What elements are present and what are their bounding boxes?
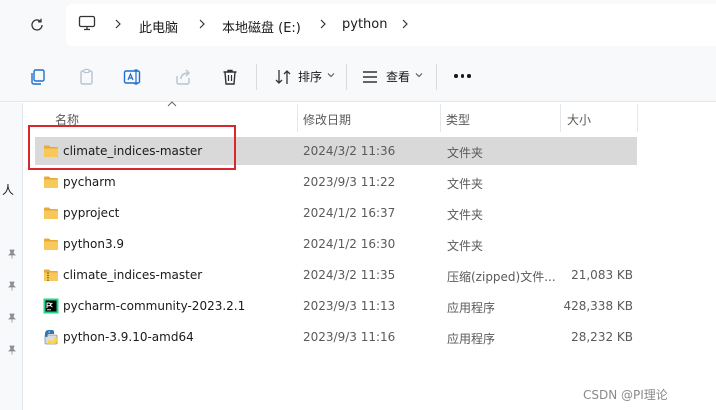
computer-icon[interactable]: [78, 15, 96, 31]
pycharm-app-icon: [43, 298, 59, 314]
chevron-right-icon: [320, 19, 326, 29]
file-name: pyproject: [63, 206, 120, 220]
file-size: 428,338 KB: [563, 299, 633, 313]
pin-icon[interactable]: [7, 313, 17, 323]
file-row[interactable]: pycharm-community-2023.2.1 2023/9/3 11:13…: [35, 292, 637, 320]
column-divider[interactable]: [637, 104, 638, 132]
column-header-size[interactable]: 大小: [567, 111, 591, 128]
command-bar: 排序 查看: [0, 52, 716, 102]
pin-icon[interactable]: [7, 345, 17, 355]
column-header-modified[interactable]: 修改日期: [303, 111, 351, 128]
watermark: CSDN @PI理论: [583, 388, 668, 402]
file-type: 文件夹: [447, 177, 484, 191]
file-row[interactable]: python3.9 2024/1/2 16:30 文件夹: [35, 230, 637, 258]
file-type: 应用程序: [447, 301, 496, 315]
column-header-type[interactable]: 类型: [446, 111, 470, 128]
file-type: 文件夹: [447, 146, 484, 160]
folder-icon: [43, 205, 59, 221]
file-row[interactable]: pyproject 2024/1/2 16:37 文件夹: [35, 199, 637, 227]
pin-icon[interactable]: [7, 281, 17, 291]
copy-icon[interactable]: [27, 66, 49, 88]
file-name: python3.9: [63, 237, 125, 251]
breadcrumb-this-pc[interactable]: 此电脑: [139, 17, 178, 36]
zip-folder-icon: [43, 267, 59, 283]
separator: [436, 64, 437, 90]
navigation-pane[interactable]: 人: [0, 103, 23, 410]
file-modified-date: 2024/1/2 16:30: [303, 237, 396, 251]
file-modified-date: 2024/3/2 11:36: [303, 144, 396, 158]
column-divider[interactable]: [440, 104, 441, 132]
rename-icon[interactable]: [122, 66, 144, 88]
breadcrumb-python[interactable]: python: [342, 17, 387, 32]
file-modified-date: 2023/9/3 11:22: [303, 175, 396, 189]
sort-ascending-icon: [167, 101, 177, 107]
chevron-right-icon: [115, 19, 121, 29]
separator: [256, 64, 257, 90]
file-type: 文件夹: [447, 239, 484, 253]
file-name: pycharm-community-2023.2.1: [63, 299, 246, 313]
chevron-right-icon[interactable]: [400, 18, 410, 30]
file-name: climate_indices-master: [63, 268, 203, 282]
chevron-down-icon[interactable]: [327, 72, 335, 78]
sort-icon[interactable]: [272, 66, 294, 88]
refresh-icon[interactable]: [26, 14, 48, 36]
file-row[interactable]: climate_indices-master 2024/3/2 11:35 压缩(z…: [35, 261, 637, 289]
sort-button[interactable]: 排序: [298, 68, 322, 85]
file-name: pycharm: [63, 175, 116, 189]
python-installer-icon: [43, 329, 59, 345]
file-type: 文件夹: [447, 208, 484, 222]
file-modified-date: 2023/9/3 11:13: [303, 299, 396, 313]
file-row[interactable]: pycharm 2023/9/3 11:22 文件夹: [35, 168, 637, 196]
separator: [346, 64, 347, 90]
folder-icon: [43, 174, 59, 190]
file-size: 28,232 KB: [571, 330, 633, 344]
paste-icon[interactable]: [76, 66, 98, 88]
file-modified-date: 2024/1/2 16:37: [303, 206, 396, 220]
file-type: 应用程序: [447, 332, 496, 346]
nav-item-label[interactable]: 人: [2, 181, 14, 198]
view-list-icon[interactable]: [359, 66, 381, 88]
share-icon[interactable]: [172, 66, 194, 88]
annotation-highlight-box: [28, 125, 236, 170]
file-type: 压缩(zipped)文件...: [447, 270, 556, 284]
file-size: 21,083 KB: [571, 268, 633, 282]
file-modified-date: 2023/9/3 11:16: [303, 330, 396, 344]
folder-icon: [43, 236, 59, 252]
file-name: python-3.9.10-amd64: [63, 330, 194, 344]
chevron-right-icon: [199, 19, 205, 29]
view-button[interactable]: 查看: [386, 68, 410, 85]
breadcrumb-local-disk[interactable]: 本地磁盘 (E:): [222, 17, 301, 36]
file-modified-date: 2024/3/2 11:35: [303, 268, 396, 282]
file-row[interactable]: python-3.9.10-amd64 2023/9/3 11:16 应用程序 28,…: [35, 323, 637, 351]
column-divider[interactable]: [560, 104, 561, 132]
more-options-icon[interactable]: [454, 74, 471, 78]
scrollbar[interactable]: [698, 103, 716, 410]
chevron-down-icon[interactable]: [415, 72, 423, 78]
delete-icon[interactable]: [219, 66, 241, 88]
address-bar-row: 此电脑 本地磁盘 (E:) python: [0, 0, 716, 52]
pin-icon[interactable]: [7, 249, 17, 259]
column-divider[interactable]: [297, 104, 298, 132]
